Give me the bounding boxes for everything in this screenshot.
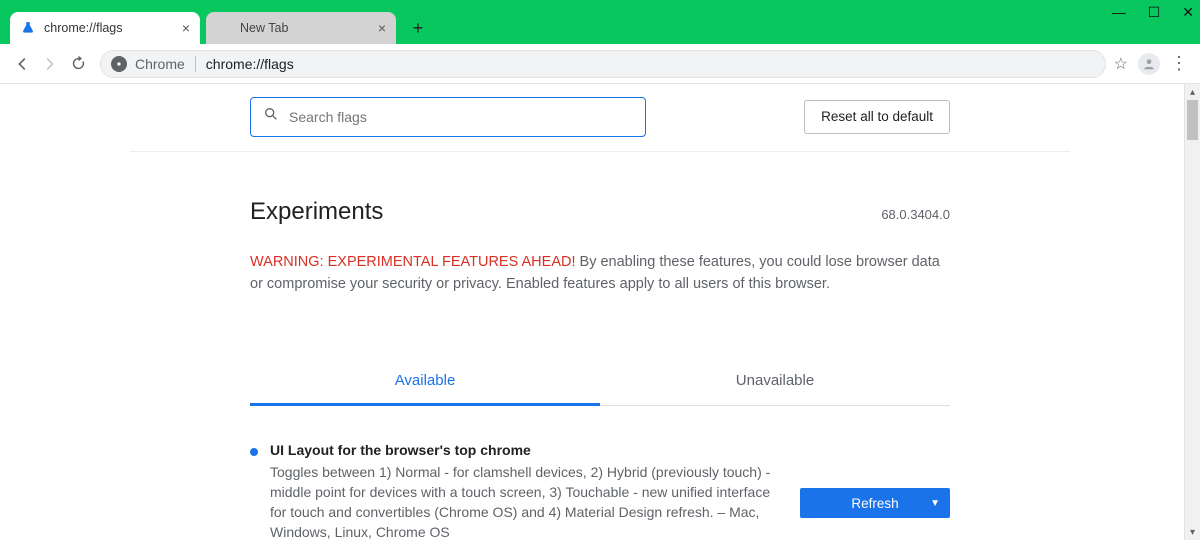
minimize-button[interactable]: — (1112, 4, 1126, 21)
changed-dot-icon (250, 448, 258, 456)
omnibox[interactable]: Chrome chrome://flags (100, 50, 1106, 78)
flag-select-value: Refresh (851, 496, 898, 511)
chip-label: Chrome (135, 56, 185, 72)
toolbar: Chrome chrome://flags ☆ ⋮ (0, 44, 1200, 84)
flags-tabs: Available Unavailable (250, 358, 950, 406)
flag-item: UI Layout for the browser's top chrome T… (250, 442, 950, 540)
flag-title: UI Layout for the browser's top chrome (270, 442, 780, 458)
close-window-button[interactable]: ✕ (1182, 4, 1194, 21)
page-heading: Experiments (250, 198, 383, 226)
reload-button[interactable] (64, 50, 92, 78)
url-text: chrome://flags (206, 56, 294, 72)
tab-available[interactable]: Available (250, 358, 600, 406)
search-flags-input[interactable] (250, 97, 646, 137)
bookmark-star-icon[interactable]: ☆ (1114, 54, 1128, 74)
page: ▴ ▾ Reset all to default Experiments 68.… (0, 84, 1200, 540)
flask-icon (20, 21, 36, 35)
close-icon[interactable]: × (378, 20, 386, 36)
scroll-thumb[interactable] (1187, 100, 1198, 140)
version-text: 68.0.3404.0 (881, 207, 950, 222)
window-controls: — ☐ ✕ (1112, 4, 1194, 21)
forward-button[interactable] (36, 50, 64, 78)
tab-flags[interactable]: chrome://flags × (10, 12, 200, 44)
tab-unavailable[interactable]: Unavailable (600, 358, 950, 405)
scroll-down-icon[interactable]: ▾ (1185, 524, 1200, 540)
tab-label: New Tab (240, 21, 378, 35)
menu-icon[interactable]: ⋮ (1170, 53, 1188, 74)
titlebar: chrome://flags × New Tab × + — ☐ ✕ (0, 0, 1200, 44)
chrome-icon (111, 56, 127, 72)
search-field[interactable] (289, 109, 633, 125)
new-tab-button[interactable]: + (402, 12, 434, 44)
close-icon[interactable]: × (182, 20, 190, 36)
page-heading-row: Experiments 68.0.3404.0 (250, 198, 950, 226)
tabstrip: chrome://flags × New Tab × + (10, 0, 1200, 44)
warning-prefix: WARNING: EXPERIMENTAL FEATURES AHEAD! (250, 254, 576, 270)
tab-newtab[interactable]: New Tab × (206, 12, 396, 44)
profile-avatar[interactable] (1138, 53, 1160, 75)
maximize-button[interactable]: ☐ (1148, 4, 1161, 21)
flag-select[interactable]: Refresh ▼ (800, 488, 950, 518)
chevron-down-icon: ▼ (930, 498, 940, 509)
reset-all-button[interactable]: Reset all to default (804, 100, 950, 134)
warning-text: WARNING: EXPERIMENTAL FEATURES AHEAD! By… (250, 252, 950, 296)
back-button[interactable] (8, 50, 36, 78)
search-icon (263, 106, 279, 127)
scrollbar[interactable]: ▴ ▾ (1184, 84, 1200, 540)
page-topbar: Reset all to default (130, 92, 1070, 152)
scroll-up-icon[interactable]: ▴ (1185, 84, 1200, 100)
divider (195, 56, 196, 72)
flag-description: Toggles between 1) Normal - for clamshel… (270, 462, 780, 540)
tab-label: chrome://flags (44, 21, 182, 35)
